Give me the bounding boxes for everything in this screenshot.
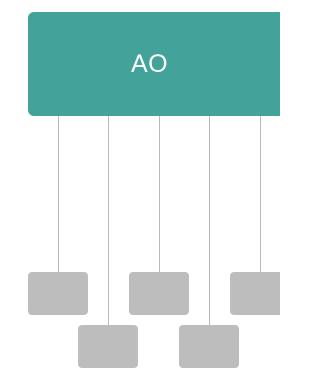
connector-line	[260, 116, 261, 272]
child-node[interactable]	[230, 272, 280, 315]
root-node[interactable]: AO	[28, 12, 280, 116]
connector-line	[209, 116, 210, 325]
child-node[interactable]	[28, 272, 88, 315]
child-node[interactable]	[179, 325, 239, 368]
child-node[interactable]	[78, 325, 138, 368]
connector-line	[58, 116, 59, 272]
root-node-label: AO	[131, 50, 169, 78]
connector-line	[108, 116, 109, 325]
connector-line	[159, 116, 160, 272]
child-node[interactable]	[129, 272, 189, 315]
org-chart-canvas: AO	[0, 0, 280, 387]
